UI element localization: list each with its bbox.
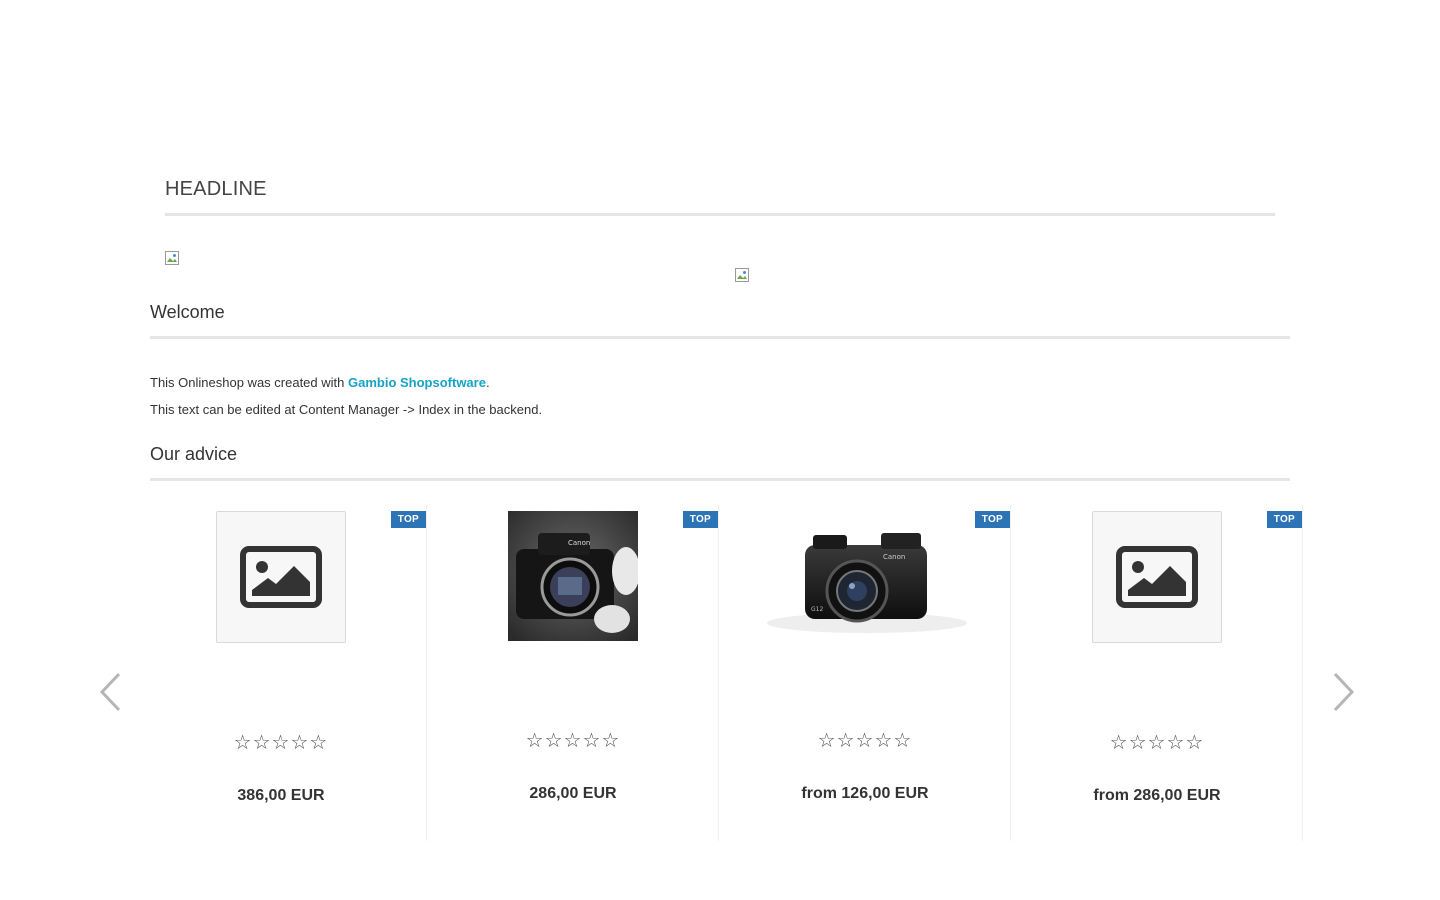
top-badge: TOP (390, 511, 426, 528)
svg-text:Canon: Canon (883, 553, 905, 561)
rating-stars: ☆☆☆☆☆ (525, 730, 621, 752)
product-card[interactable]: Canon G12 TOP ☆☆☆☆☆ from 126,00 EUR (719, 505, 1011, 841)
chevron-right-icon (1333, 672, 1355, 712)
welcome-line-1-suffix: . (485, 375, 490, 390)
top-badge: TOP (974, 511, 1010, 528)
product-price: from 126,00 EUR (801, 785, 929, 802)
welcome-line-1: This Onlineshop was created with Gambio … (150, 369, 542, 396)
broken-image-icon (735, 268, 751, 284)
product-price: 286,00 EUR (529, 785, 617, 802)
svg-text:Canon: Canon (568, 539, 590, 547)
product-image[interactable] (216, 511, 346, 643)
placeholder-image-icon (240, 546, 322, 608)
product-card[interactable]: TOP ☆☆☆☆☆ from 286,00 EUR (1011, 505, 1303, 841)
headline-section: HEADLINE (165, 178, 1275, 216)
carousel-prev-button[interactable] (97, 672, 127, 712)
gambio-link[interactable]: Gambio Shopsoftware (348, 375, 486, 390)
product-card[interactable]: Canon TOP ☆☆☆☆☆ 286,00 EUR (427, 505, 719, 841)
welcome-text: This Onlineshop was created with Gambio … (150, 369, 542, 423)
rating-stars: ☆☆☆☆☆ (1109, 732, 1205, 754)
chevron-left-icon (99, 672, 121, 712)
product-image[interactable] (1092, 511, 1222, 643)
welcome-title: Welcome (150, 302, 1290, 339)
product-price: 386,00 EUR (237, 787, 325, 804)
product-card[interactable]: TOP ☆☆☆☆☆ 386,00 EUR (135, 505, 427, 841)
svg-text:G12: G12 (811, 606, 823, 613)
carousel-next-button[interactable] (1327, 672, 1357, 712)
compact-camera-photo[interactable]: Canon G12 (751, 511, 983, 641)
top-badge: TOP (682, 511, 718, 528)
broken-image-icon (165, 251, 181, 267)
welcome-section: Welcome (150, 302, 1290, 339)
welcome-line-2: This text can be edited at Content Manag… (150, 402, 543, 417)
rating-stars: ☆☆☆☆☆ (233, 732, 329, 754)
headline-title: HEADLINE (165, 178, 1275, 216)
product-carousel: TOP ☆☆☆☆☆ 386,00 EUR Canon TOP ☆☆☆☆☆ 286 (135, 505, 1305, 845)
advice-title: Our advice (150, 444, 1290, 481)
camera-body-photo[interactable]: Canon (508, 511, 638, 641)
welcome-line-1-prefix: This Onlineshop was created with (150, 375, 348, 390)
rating-stars: ☆☆☆☆☆ (817, 730, 913, 752)
product-price: from 286,00 EUR (1093, 787, 1221, 804)
advice-section: Our advice (150, 444, 1290, 481)
placeholder-image-icon (1116, 546, 1198, 608)
top-badge: TOP (1266, 511, 1302, 528)
